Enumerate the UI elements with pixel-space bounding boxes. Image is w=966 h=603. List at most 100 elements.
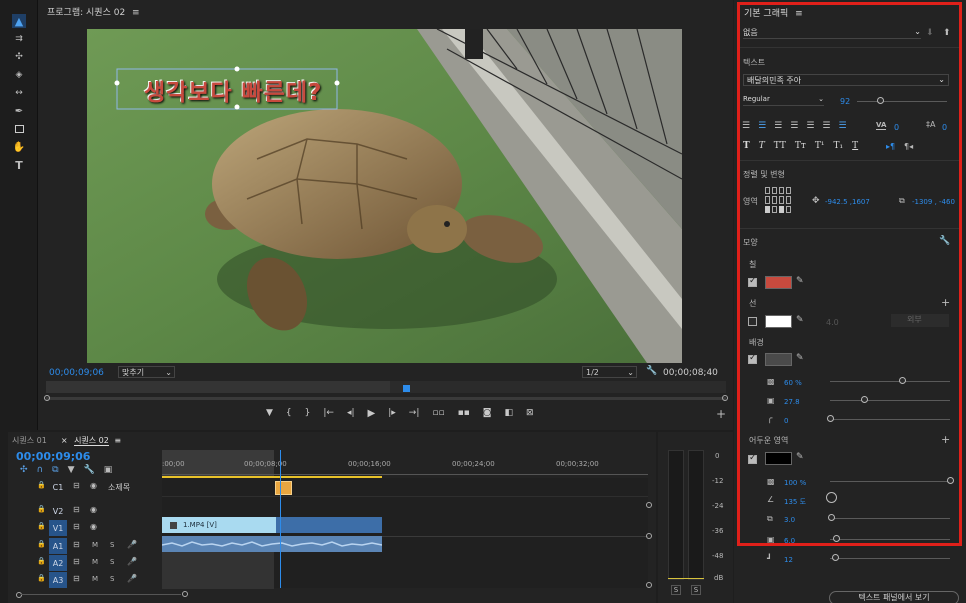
close-icon[interactable]: ×: [61, 436, 68, 445]
extract-icon[interactable]: ▪▪: [458, 408, 470, 422]
eyedropper-icon[interactable]: ✎: [796, 353, 804, 363]
rectangle-tool-icon[interactable]: [12, 122, 26, 136]
hamburger-icon[interactable]: ≡: [132, 8, 140, 18]
graphic-clip[interactable]: [275, 481, 292, 495]
resolution-dropdown[interactable]: 1/2 ⌄: [582, 366, 637, 378]
font-dropdown[interactable]: 배달의민족 주아 ⌄: [743, 74, 949, 86]
go-to-in-icon[interactable]: |←: [323, 408, 334, 422]
playhead-marker[interactable]: [403, 385, 410, 392]
hamburger-icon[interactable]: ≡: [114, 436, 121, 445]
add-shadow-icon[interactable]: +: [941, 433, 950, 446]
linked-selection-icon[interactable]: ⧉: [52, 465, 58, 475]
view-in-text-panel-button[interactable]: 텍스트 패널에서 보기: [829, 591, 959, 603]
tab-sequence-02[interactable]: × 시퀀스 02 ≡: [61, 435, 121, 446]
fill-color-swatch[interactable]: [765, 276, 792, 289]
monitor-scrub-bar[interactable]: [46, 381, 726, 393]
stroke-checkbox[interactable]: [748, 317, 757, 326]
eyedropper-icon[interactable]: ✎: [796, 276, 804, 286]
add-button-icon[interactable]: +: [716, 407, 726, 421]
mark-in-icon[interactable]: {: [286, 408, 292, 422]
eyedropper-icon[interactable]: ✎: [796, 452, 804, 462]
preset-dropdown[interactable]: 없음 ⌄: [743, 27, 921, 39]
justify-all-icon[interactable]: ☰: [838, 121, 846, 131]
sync-lock-icon[interactable]: ⊟: [73, 540, 80, 549]
justify-right-icon[interactable]: ☰: [822, 121, 830, 131]
mute-button[interactable]: M: [92, 541, 98, 549]
slip-tool-icon[interactable]: ↔: [12, 86, 26, 100]
type-tool-icon[interactable]: T: [12, 158, 26, 172]
bg-size-value[interactable]: 27.8: [784, 398, 800, 406]
font-style-dropdown[interactable]: Regular ⌄: [743, 95, 824, 106]
pen-tool-icon[interactable]: ✒: [12, 104, 26, 118]
distance-slider[interactable]: [830, 518, 950, 519]
solo-button[interactable]: S: [110, 541, 114, 549]
font-size-value[interactable]: 92: [840, 97, 850, 106]
align-right-icon[interactable]: ☰: [774, 121, 782, 131]
distance-knob[interactable]: [828, 514, 835, 521]
stroke-color-swatch[interactable]: [765, 315, 792, 328]
corner-knob[interactable]: [827, 415, 834, 422]
wrench-icon[interactable]: 🔧: [939, 236, 950, 246]
compare-icon[interactable]: ◧: [505, 408, 514, 422]
ltr-icon[interactable]: ▸¶: [886, 142, 895, 151]
lock-icon[interactable]: 🔒: [37, 522, 46, 530]
shadow-blur-value[interactable]: 12: [784, 556, 793, 564]
lock-icon[interactable]: 🔒: [37, 505, 46, 513]
sync-lock-icon[interactable]: ⊟: [73, 557, 80, 566]
track-label[interactable]: A1: [49, 538, 67, 554]
shadow-opacity-knob[interactable]: [947, 477, 954, 484]
lock-icon[interactable]: 🔒: [37, 481, 46, 489]
shadow-color-swatch[interactable]: [765, 452, 792, 465]
sync-lock-icon[interactable]: ⊟: [73, 505, 80, 514]
track-lanes[interactable]: 1.MP4 [V]: [161, 450, 648, 589]
shadow-checkbox[interactable]: [748, 453, 757, 464]
blur-slider[interactable]: [830, 558, 950, 559]
lock-icon[interactable]: 🔒: [37, 557, 46, 565]
bg-size-slider[interactable]: [830, 400, 950, 401]
selection-tool-icon[interactable]: ▲: [12, 14, 26, 28]
vertical-scrollbar[interactable]: [646, 502, 652, 588]
background-color-swatch[interactable]: [765, 353, 792, 366]
wrench-icon[interactable]: 🔧: [84, 465, 95, 475]
title-overlay-text[interactable]: 생각보다 빠른데?: [144, 73, 322, 107]
shadow-size-slider[interactable]: [830, 539, 950, 540]
small-caps-icon[interactable]: Tт: [795, 141, 806, 151]
underline-icon[interactable]: T: [852, 141, 858, 151]
snap-icon[interactable]: ∩: [37, 465, 44, 475]
all-caps-icon[interactable]: TT: [774, 141, 786, 151]
italic-icon[interactable]: T: [759, 141, 765, 151]
shadow-size-knob[interactable]: [833, 535, 840, 542]
add-marker-icon[interactable]: ▼: [68, 465, 75, 475]
blur-knob[interactable]: [832, 554, 839, 561]
justify-left-icon[interactable]: ☰: [790, 121, 798, 131]
add-stroke-icon[interactable]: +: [941, 296, 950, 309]
tab-sequence-01[interactable]: 시퀀스 01: [12, 435, 47, 446]
anchor-grid[interactable]: [765, 187, 791, 213]
horizontal-scrollbar[interactable]: [16, 591, 646, 598]
position-value[interactable]: -942.5 ,1607: [825, 198, 870, 206]
bg-opacity-slider[interactable]: [830, 381, 950, 382]
download-icon[interactable]: ⬇: [926, 28, 934, 38]
go-to-out-icon[interactable]: →|: [409, 408, 420, 422]
track-label[interactable]: V1: [49, 520, 67, 536]
bold-icon[interactable]: T: [743, 141, 750, 151]
microphone-icon[interactable]: 🎤: [127, 574, 137, 583]
bg-opacity-value[interactable]: 60 %: [784, 379, 802, 387]
solo-button[interactable]: S: [110, 558, 114, 566]
stroke-width-value[interactable]: 4.0: [826, 318, 839, 327]
lock-icon[interactable]: 🔒: [37, 540, 46, 548]
leading-value[interactable]: 0: [942, 123, 947, 132]
wrench-icon[interactable]: 🔧: [646, 366, 657, 376]
lock-icon[interactable]: 🔒: [37, 574, 46, 582]
mark-out-icon[interactable]: }: [305, 408, 311, 422]
ripple-edit-tool-icon[interactable]: ✣: [12, 50, 26, 64]
zoom-scrollbar[interactable]: [44, 395, 728, 401]
track-label[interactable]: A2: [49, 555, 67, 571]
hand-tool-icon[interactable]: ✋: [12, 140, 26, 154]
fill-checkbox[interactable]: [748, 276, 757, 287]
hamburger-icon[interactable]: ≡: [795, 9, 803, 19]
bg-opacity-knob[interactable]: [899, 377, 906, 384]
align-left-icon[interactable]: ☰: [742, 121, 750, 131]
play-icon[interactable]: ▶: [368, 408, 376, 422]
playhead-line[interactable]: [280, 450, 281, 588]
